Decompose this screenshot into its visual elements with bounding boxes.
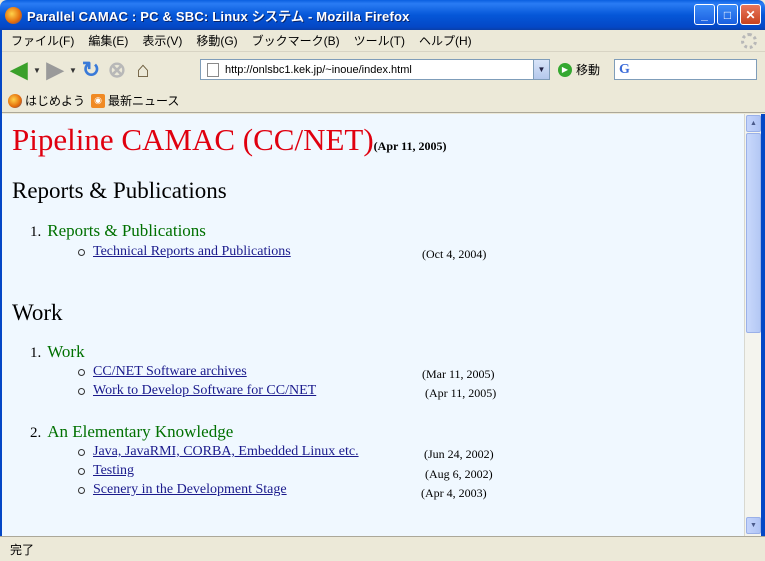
list-item: Testing [78, 463, 134, 479]
status-bar: 完了 [0, 536, 765, 561]
menu-view[interactable]: 表示(V) [135, 32, 189, 49]
home-icon[interactable]: ⌂ [130, 57, 156, 83]
section-heading-reports: Reports & Publications [12, 178, 227, 203]
item-date: (Apr 11, 2005) [425, 386, 497, 400]
group-elementary-knowledge: 2. An Elementary Knowledge [30, 422, 233, 442]
page-content: Pipeline CAMAC (CC/NET)(Apr 11, 2005) Re… [0, 114, 744, 536]
window-frame-left [0, 30, 2, 561]
scrollbar-thumb[interactable] [746, 133, 761, 333]
menu-help[interactable]: ヘルプ(H) [412, 32, 479, 49]
window-controls: _ □ ✕ [694, 4, 761, 25]
page-icon [207, 62, 219, 77]
vertical-scrollbar[interactable]: ▲ ▼ [744, 114, 761, 536]
go-label: 移動 [576, 63, 601, 77]
item-date: (Jun 24, 2002) [424, 447, 494, 461]
link-scenery[interactable]: Scenery in the Development Stage [93, 482, 287, 498]
bullet-icon [78, 248, 85, 256]
link-technical-reports[interactable]: Technical Reports and Publications [93, 244, 291, 260]
group-label: An Elementary Knowledge [47, 422, 234, 441]
list-item: Java, JavaRMI, CORBA, Embedded Linux etc… [78, 444, 359, 460]
list-item: Scenery in the Development Stage [78, 482, 287, 498]
group-label: Reports & Publications [47, 221, 206, 240]
reload-icon[interactable]: ↻ [78, 57, 104, 83]
scroll-up-icon[interactable]: ▲ [746, 115, 761, 132]
link-java-corba[interactable]: Java, JavaRMI, CORBA, Embedded Linux etc… [93, 444, 359, 460]
rss-icon: ◉ [91, 93, 106, 108]
bookmark-latest-headlines[interactable]: ◉ 最新ニュース [91, 92, 179, 109]
menu-tools[interactable]: ツール(T) [347, 32, 412, 49]
forward-history-dropdown-icon[interactable]: ▼ [68, 57, 78, 83]
page-title-text: Pipeline CAMAC (CC/NET) [12, 122, 374, 157]
menu-go[interactable]: 移動(G) [189, 32, 244, 49]
menu-bookmarks[interactable]: ブックマーク(B) [245, 32, 347, 49]
menu-file[interactable]: ファイル(F) [4, 32, 81, 49]
maximize-button[interactable]: □ [717, 4, 738, 25]
link-software-archives[interactable]: CC/NET Software archives [93, 364, 247, 380]
page-title-date: (Apr 11, 2005) [373, 139, 447, 153]
navigation-toolbar: ◀ ▼ ▶ ▼ ↻ ⊗ ⌂ http://onlsbc1.kek.jp/~ino… [0, 53, 765, 87]
list-item: CC/NET Software archives [78, 364, 247, 380]
firefox-app-icon [5, 6, 22, 24]
bullet-icon [78, 486, 85, 494]
close-button[interactable]: ✕ [740, 4, 761, 25]
back-history-dropdown-icon[interactable]: ▼ [32, 57, 42, 83]
group-reports: 1. Reports & Publications [30, 221, 206, 241]
item-date: (Apr 4, 2003) [421, 486, 487, 500]
title-bar: Parallel CAMAC : PC & SBC: Linux システム - … [0, 0, 765, 30]
go-button[interactable]: ▶ 移動 [558, 61, 600, 78]
go-icon: ▶ [558, 62, 572, 77]
section-heading-work: Work [12, 300, 63, 325]
link-testing[interactable]: Testing [93, 463, 134, 479]
bullet-icon [78, 448, 85, 456]
group-number: 1. [30, 224, 42, 240]
status-text: 完了 [10, 542, 35, 557]
bookmark-getting-started[interactable]: はじめよう [8, 92, 85, 109]
window-frame-right [761, 114, 765, 561]
google-search-engine-icon[interactable]: G [619, 62, 630, 78]
group-number: 2. [30, 425, 42, 441]
bookmarks-toolbar: はじめよう ◉ 最新ニュース [0, 89, 765, 113]
forward-icon[interactable]: ▶ [42, 57, 68, 83]
throbber-icon [741, 33, 757, 49]
item-date: (Oct 4, 2004) [422, 247, 487, 261]
minimize-button[interactable]: _ [694, 4, 715, 25]
search-input[interactable]: G [614, 59, 757, 80]
bullet-icon [78, 368, 85, 376]
menu-edit[interactable]: 編集(E) [81, 32, 135, 49]
back-icon[interactable]: ◀ [6, 57, 32, 83]
link-develop-software[interactable]: Work to Develop Software for CC/NET [93, 383, 316, 399]
item-date: (Aug 6, 2002) [425, 467, 493, 481]
list-item: Work to Develop Software for CC/NET [78, 383, 316, 399]
window-title: Parallel CAMAC : PC & SBC: Linux システム - … [27, 8, 410, 24]
group-number: 1. [30, 345, 42, 361]
bookmark-label: はじめよう [25, 94, 86, 108]
list-item: Technical Reports and Publications [78, 244, 291, 260]
url-dropdown-icon[interactable]: ▼ [533, 60, 549, 79]
bookmark-label: 最新ニュース [108, 94, 180, 108]
firefox-icon [8, 93, 22, 108]
bullet-icon [78, 467, 85, 475]
url-bar[interactable]: http://onlsbc1.kek.jp/~inoue/index.html … [200, 59, 550, 80]
page-title: Pipeline CAMAC (CC/NET)(Apr 11, 2005) [12, 122, 446, 158]
url-text[interactable]: http://onlsbc1.kek.jp/~inoue/index.html [225, 64, 533, 76]
group-work: 1. Work [30, 342, 85, 362]
bullet-icon [78, 387, 85, 395]
item-date: (Mar 11, 2005) [422, 367, 495, 381]
menu-bar: ファイル(F) 編集(E) 表示(V) 移動(G) ブックマーク(B) ツール(… [0, 30, 765, 52]
stop-icon[interactable]: ⊗ [104, 57, 130, 83]
group-label: Work [47, 342, 85, 361]
scroll-down-icon[interactable]: ▼ [746, 517, 761, 534]
